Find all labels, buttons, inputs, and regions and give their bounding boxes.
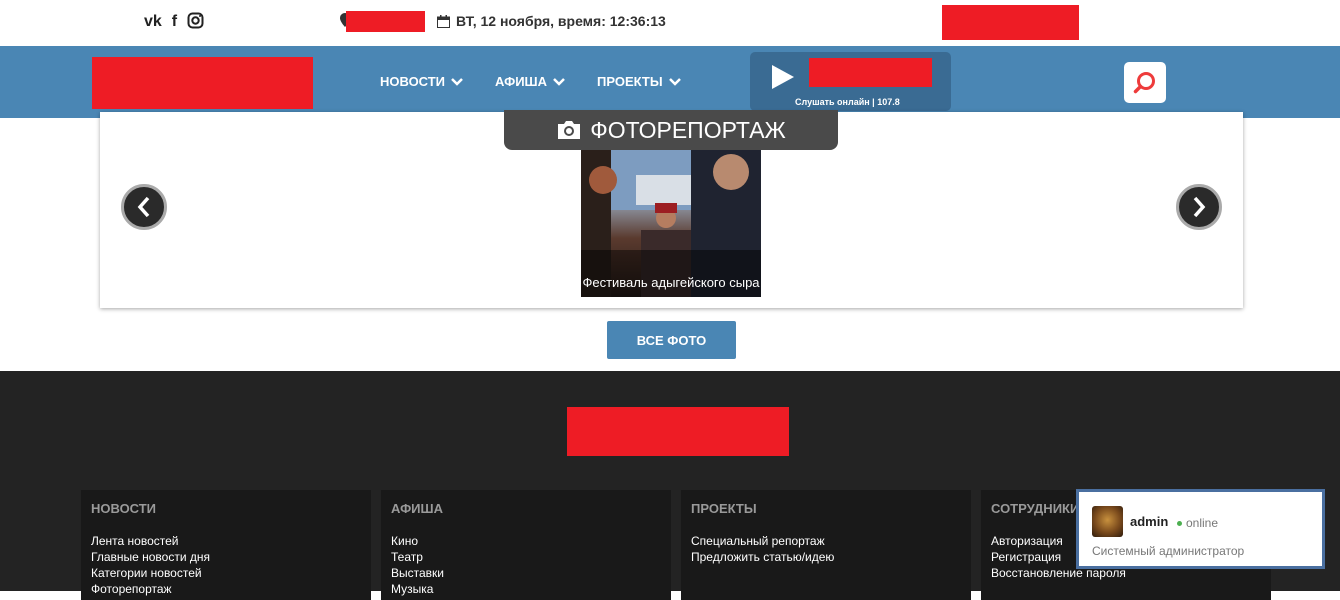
main-navbar: НОВОСТИ АФИША ПРОЕКТЫ Слушать онлайн | 1…: [0, 46, 1340, 118]
chevron-right-icon: [1193, 196, 1206, 218]
camera-icon: [558, 121, 581, 139]
footer-link[interactable]: Фоторепортаж: [91, 581, 210, 597]
footer-link[interactable]: Кино: [391, 533, 444, 549]
admin-user-popup[interactable]: admin online Системный администратор: [1076, 489, 1325, 569]
redacted-header-right: [942, 5, 1079, 40]
nav-item-afisha[interactable]: АФИША: [495, 74, 565, 89]
social-links: vk f: [144, 12, 204, 32]
footer-links: Кино Театр Выставки Музыка: [391, 533, 444, 597]
redacted-city: [346, 11, 425, 32]
chevron-down-icon: [451, 77, 463, 86]
all-photos-button[interactable]: ВСЕ ФОТО: [607, 321, 736, 359]
admin-role: Системный администратор: [1092, 544, 1245, 558]
avatar[interactable]: [1092, 506, 1123, 537]
footer-link[interactable]: Лента новостей: [91, 533, 210, 549]
footer-link[interactable]: Выставки: [391, 565, 444, 581]
footer-links: Специальный репортаж Предложить статью/и…: [691, 533, 834, 565]
gallery-title: ФОТОРЕПОРТАЖ: [504, 110, 838, 150]
footer-links: Лента новостей Главные новости дня Катег…: [91, 533, 210, 597]
nav-menu: НОВОСТИ АФИША ПРОЕКТЫ: [380, 74, 681, 89]
radio-caption: Слушать онлайн | 107.8: [795, 97, 900, 107]
chevron-down-icon: [553, 77, 565, 86]
search-button[interactable]: [1124, 62, 1166, 103]
nav-item-projects[interactable]: ПРОЕКТЫ: [597, 74, 681, 89]
play-icon[interactable]: [772, 65, 794, 89]
date-time: ВТ, 12 ноября, время: 12:36:13: [437, 13, 666, 29]
footer-column-title: НОВОСТИ: [91, 501, 157, 516]
footer-link[interactable]: Предложить статью/идею: [691, 549, 834, 565]
footer-link[interactable]: Специальный репортаж: [691, 533, 834, 549]
footer-column-news: НОВОСТИ Лента новостей Главные новости д…: [81, 490, 371, 600]
photo-caption: Фестиваль адыгейского сыра: [582, 275, 760, 290]
footer-column-projects: ПРОЕКТЫ Специальный репортаж Предложить …: [681, 490, 971, 600]
nav-item-news[interactable]: НОВОСТИ: [380, 74, 463, 89]
gallery-prev-button[interactable]: [121, 184, 167, 230]
chevron-left-icon: [137, 196, 150, 218]
facebook-icon[interactable]: f: [172, 12, 177, 32]
radio-player[interactable]: Слушать онлайн | 107.8: [750, 52, 951, 111]
gallery-photo[interactable]: Фестиваль адыгейского сыра: [581, 150, 761, 297]
footer-link[interactable]: Театр: [391, 549, 444, 565]
redacted-radio-name: [809, 58, 932, 87]
date-text: ВТ, 12 ноября, время: 12:36:13: [456, 13, 666, 29]
calendar-icon: [437, 14, 450, 28]
footer-column-title: АФИША: [391, 501, 443, 516]
instagram-icon[interactable]: [187, 12, 204, 32]
redacted-footer-logo: [567, 407, 789, 456]
footer-column-title: СОТРУДНИКИ: [991, 501, 1080, 516]
redacted-logo[interactable]: [92, 57, 313, 109]
footer-column-afisha: АФИША Кино Театр Выставки Музыка: [381, 490, 671, 600]
online-dot-icon: [1177, 520, 1182, 526]
top-bar: vk f ВТ, 12 ноября, время: 12:36:13: [0, 0, 1340, 46]
gallery-next-button[interactable]: [1176, 184, 1222, 230]
online-status: online: [1177, 516, 1218, 530]
footer-link[interactable]: Категории новостей: [91, 565, 210, 581]
footer-link[interactable]: Музыка: [391, 581, 444, 597]
vk-icon[interactable]: vk: [144, 12, 162, 32]
chevron-down-icon: [668, 77, 681, 86]
footer-link[interactable]: Главные новости дня: [91, 549, 210, 565]
footer-column-title: ПРОЕКТЫ: [691, 501, 757, 516]
search-icon: [1133, 71, 1155, 93]
admin-name[interactable]: admin: [1130, 514, 1168, 529]
